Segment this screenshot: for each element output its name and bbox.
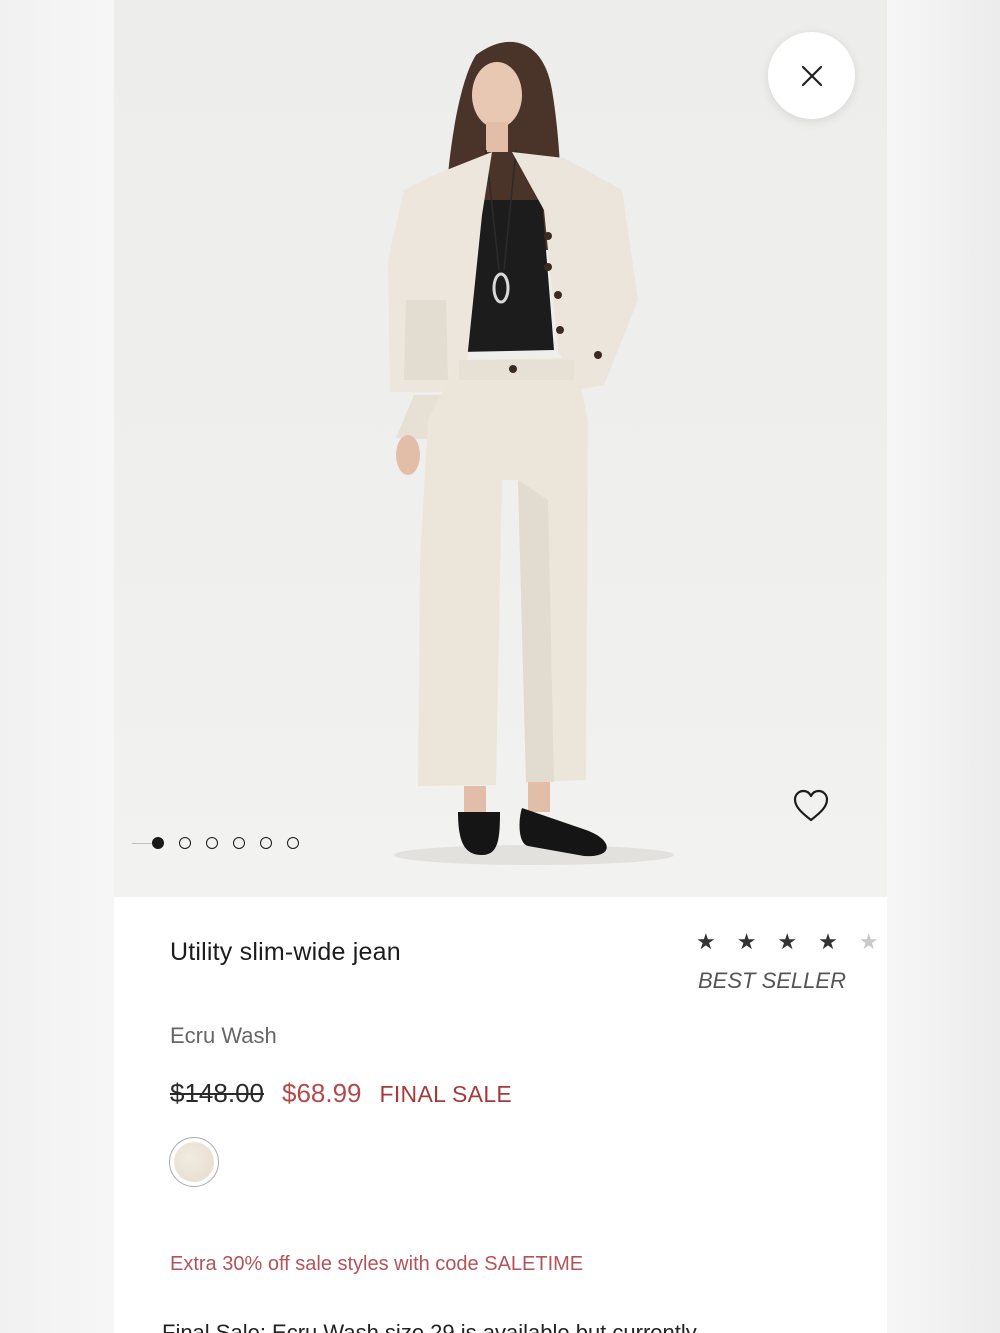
rating-partial-star: ★ xyxy=(858,930,886,955)
product-photo xyxy=(388,41,674,865)
product-image-gallery[interactable] xyxy=(114,0,887,897)
carousel-progress-line xyxy=(132,843,154,844)
product-name: Utility slim-wide jean xyxy=(170,938,401,966)
promo-message: Extra 30% off sale styles with code SALE… xyxy=(170,1253,584,1275)
sale-price: $68.99 xyxy=(281,1078,362,1108)
color-name: Ecru Wash xyxy=(170,1023,277,1048)
swatch-fill xyxy=(174,1142,214,1182)
final-sale-tag: FINAL SALE xyxy=(379,1081,513,1107)
color-swatch-ecru-wash[interactable] xyxy=(169,1137,219,1187)
heart-icon xyxy=(793,789,829,822)
carousel-dot-3[interactable] xyxy=(206,837,218,849)
close-button[interactable] xyxy=(768,32,855,119)
description-text: Final Sale: Ecru Wash size 29 is availab… xyxy=(162,1320,697,1333)
best-seller-badge: BEST SELLER xyxy=(698,968,846,993)
wishlist-button[interactable] xyxy=(790,786,832,826)
carousel-dot-2[interactable] xyxy=(179,837,191,849)
carousel-dot-5[interactable] xyxy=(260,837,272,849)
product-quickview-modal: Utility slim-wide jean ★ ★ ★ ★ ★ BEST SE… xyxy=(114,0,887,1333)
carousel-dot-4[interactable] xyxy=(233,837,245,849)
carousel-dot-6[interactable] xyxy=(287,837,299,849)
carousel-dot-1[interactable] xyxy=(152,837,164,849)
carousel-dots xyxy=(152,837,299,849)
rating-stars[interactable]: ★ ★ ★ ★ ★ xyxy=(696,930,886,955)
rating-full-stars: ★ ★ ★ ★ xyxy=(696,930,845,955)
price-row: $148.00 $68.99 FINAL SALE xyxy=(170,1078,512,1109)
close-icon xyxy=(801,65,822,86)
original-price: $148.00 xyxy=(170,1078,264,1108)
